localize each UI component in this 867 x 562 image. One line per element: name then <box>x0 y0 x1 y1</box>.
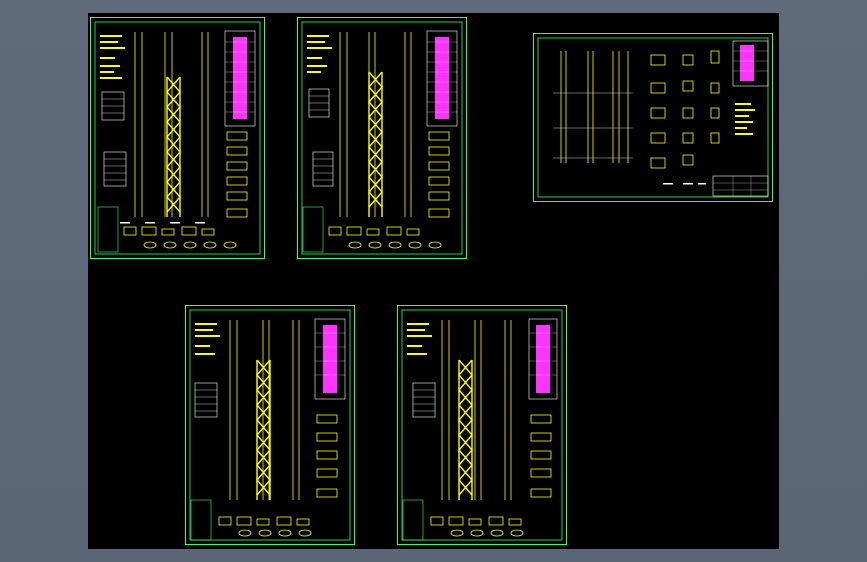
drawing-sheet-2[interactable] <box>297 17 467 259</box>
sheet-3-drawing <box>533 33 773 202</box>
sheet-4-drawing <box>185 305 355 545</box>
drawing-sheet-4[interactable] <box>185 305 355 545</box>
sheet-2-drawing <box>297 17 467 259</box>
sheet-5-drawing <box>397 305 567 545</box>
drawing-sheet-3[interactable] <box>533 33 773 202</box>
drawing-canvas[interactable] <box>88 13 779 549</box>
cad-application-frame <box>0 0 867 562</box>
drawing-sheet-1[interactable] <box>90 17 265 259</box>
drawing-sheet-5[interactable] <box>397 305 567 545</box>
sheet-1-drawing <box>90 17 265 259</box>
